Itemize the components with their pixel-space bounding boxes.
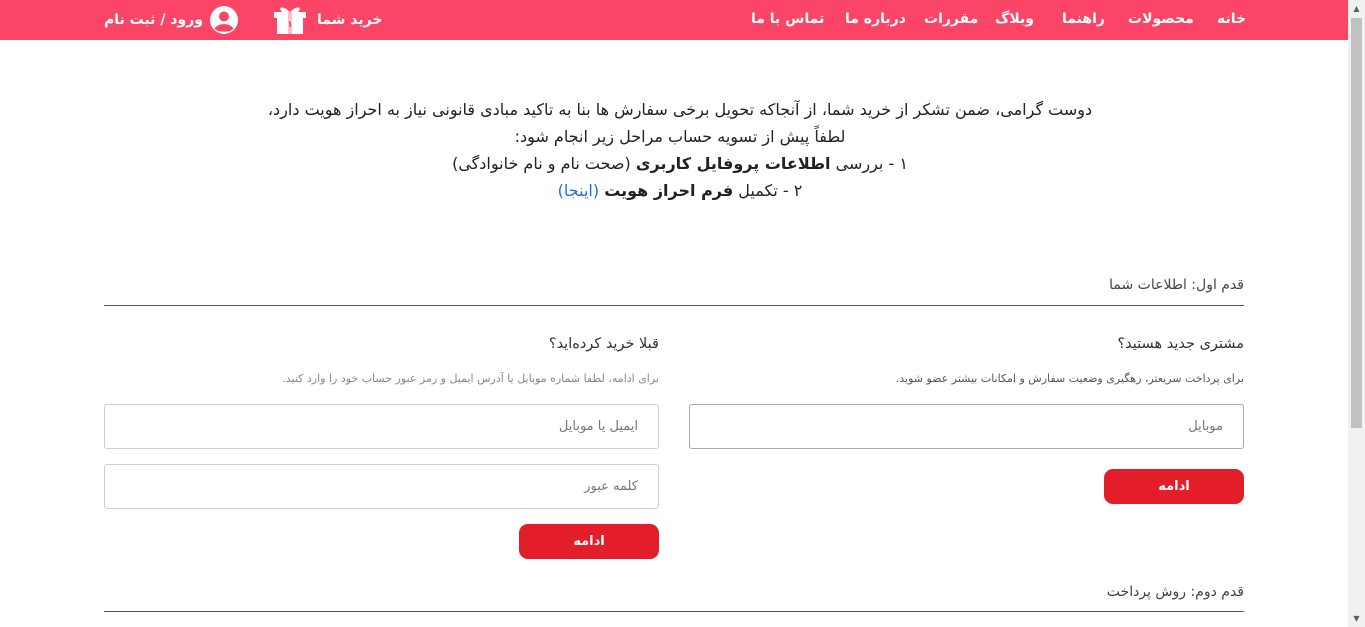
returning-customer-hint: برای ادامه، لطفا شماره موبایل یا آدرس ای…: [282, 372, 659, 385]
notice-step-1-bold: اطلاعات پروفایل کاربری: [635, 154, 831, 173]
notice-step-2: ۲ - تکمیل فرم احراز هویت (اینجا): [180, 177, 1180, 204]
nav-blog[interactable]: وبلاگ: [995, 0, 1034, 40]
nav-about[interactable]: درباره ما: [845, 0, 906, 40]
cart-label: خرید شما: [317, 12, 383, 28]
nav-rules[interactable]: مقررات: [924, 0, 978, 40]
cart-count: ۱: [287, 20, 293, 30]
identity-form-link[interactable]: (اینجا): [558, 181, 599, 200]
gift-box-icon: ۱: [273, 5, 307, 35]
nav-home[interactable]: خانه: [1217, 0, 1246, 40]
notice-line-2: لطفاً پیش از تسویه حساب مراحل زیر انجام …: [514, 127, 846, 146]
notice-line-1: دوست گرامی، ضمن تشکر از خرید شما، از آنج…: [267, 100, 1093, 119]
new-customer-title: مشتری جدید هستید؟: [1117, 336, 1244, 352]
nav-guide[interactable]: راهنما: [1062, 0, 1105, 40]
scroll-up-arrow-icon[interactable]: ▲: [1348, 0, 1365, 17]
new-customer-hint: برای پرداخت سریعتر، رهگیری وضعیت سفارش و…: [895, 372, 1244, 385]
mobile-input[interactable]: [689, 404, 1244, 449]
step-1-title: قدم اول: اطلاعات شما: [1109, 277, 1244, 293]
new-customer-continue-button[interactable]: ادامه: [1104, 469, 1244, 504]
scroll-down-arrow-icon[interactable]: ▼: [1348, 610, 1365, 627]
cart-button[interactable]: خرید شما ۱: [273, 4, 382, 36]
step-1-divider: [104, 305, 1244, 306]
notice-step-1-prefix: ۱ - بررسی: [830, 154, 908, 173]
step-2-title: قدم دوم: روش پرداخت: [1106, 584, 1244, 600]
notice-step-2-bold: فرم احراز هویت: [604, 181, 734, 200]
email-or-mobile-input[interactable]: [104, 404, 659, 449]
page-scrollbar[interactable]: ▲ ▼: [1348, 0, 1365, 627]
notice-step-2-prefix: ۲ - تکمیل: [733, 181, 803, 200]
scroll-thumb[interactable]: [1351, 18, 1362, 428]
user-circle-icon: [209, 5, 239, 35]
nav-contact[interactable]: تماس با ما: [751, 0, 824, 40]
login-register-link[interactable]: ورود / ثبت نام: [104, 4, 239, 36]
login-register-label: ورود / ثبت نام: [104, 12, 203, 28]
identity-verification-notice: دوست گرامی، ضمن تشکر از خرید شما، از آنج…: [180, 96, 1180, 204]
step-2-divider: [104, 611, 1244, 612]
notice-step-1: ۱ - بررسی اطلاعات پروفایل کاربری (صحت نا…: [180, 150, 1180, 177]
notice-step-1-suffix: (صحت نام و نام خانوادگی): [452, 154, 636, 173]
password-input[interactable]: [104, 464, 659, 509]
returning-customer-title: قبلا خرید کرده‌اید؟: [548, 336, 659, 352]
returning-customer-continue-button[interactable]: ادامه: [519, 524, 659, 559]
top-navbar: خانه محصولات راهنما وبلاگ مقررات درباره …: [0, 0, 1348, 40]
nav-products[interactable]: محصولات: [1128, 0, 1194, 40]
